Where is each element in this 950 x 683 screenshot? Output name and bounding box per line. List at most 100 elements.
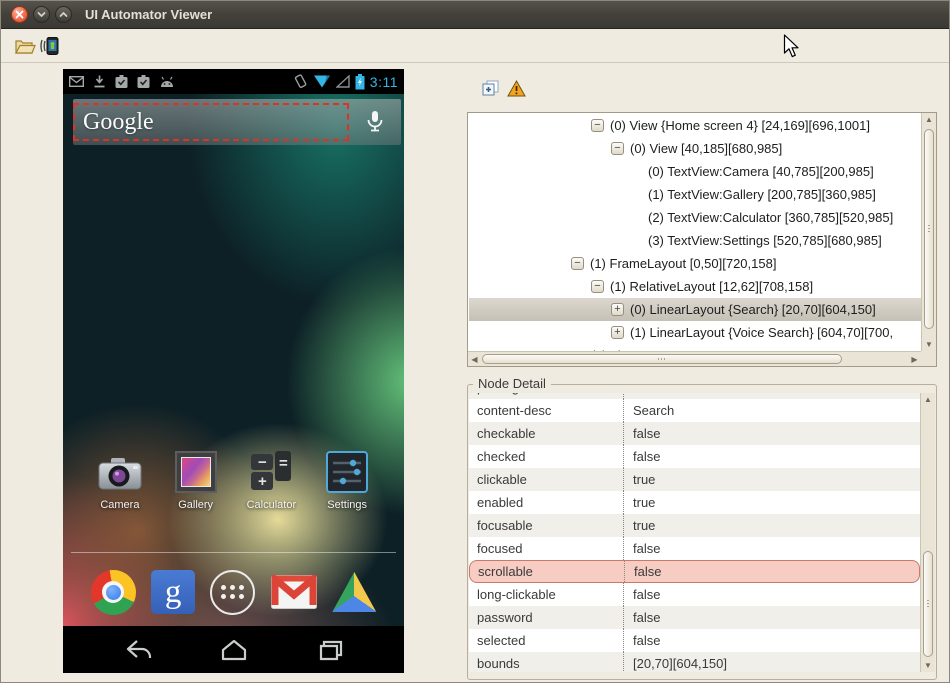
scroll-up-arrow[interactable]: ▲ [922,113,936,126]
tree-node[interactable]: −(0) View [40,185][680,985] [469,137,921,160]
tree-node[interactable]: (2) LinearLayout [469,344,921,351]
google-search-app-icon[interactable]: g [151,570,195,614]
node-detail-row[interactable]: passwordfalse [469,606,920,629]
property-name: long-clickable [469,583,624,606]
tree-node-label: (1) FrameLayout [0,50][720,158] [590,256,776,271]
app-label: Gallery [178,499,213,511]
node-detail-row[interactable]: clickabletrue [469,468,920,491]
home-wallpaper[interactable] [63,94,404,626]
signal-strength-icon [336,75,350,88]
detail-vertical-scrollbar[interactable]: ▲ ▼ [920,393,935,672]
minimize-button[interactable] [33,6,50,23]
tree-node[interactable]: (3) TextView:Settings [520,785][680,985] [469,229,921,252]
app-drawer-icon[interactable] [210,570,255,615]
expand-all-icon[interactable] [482,80,500,97]
tree-node-label: (1) RelativeLayout [12,62][708,158] [610,279,813,294]
node-detail-row[interactable]: focusabletrue [469,514,920,537]
tree-node[interactable]: (0) TextView:Camera [40,785][200,985] [469,160,921,183]
tree-node[interactable]: (2) TextView:Calculator [360,785][520,98… [469,206,921,229]
window-title: UI Automator Viewer [85,1,212,29]
home-nav-button[interactable] [218,637,250,663]
expand-icon[interactable]: + [611,326,624,339]
scroll-right-arrow[interactable]: ▶ [908,352,921,366]
scroll-up-arrow[interactable]: ▲ [921,393,935,406]
property-value: false [624,610,669,625]
dock: g [83,563,384,621]
node-detail-row[interactable]: enabledtrue [469,491,920,514]
title-bar[interactable]: UI Automator Viewer [1,1,949,29]
expand-icon[interactable]: + [611,303,624,316]
property-name: bounds [469,652,624,672]
scroll-down-arrow[interactable]: ▼ [921,659,935,672]
gmail-app-icon[interactable] [271,575,317,609]
device-screenshot-icon[interactable] [38,36,60,56]
app-shortcut-camera[interactable]: Camera [82,447,158,519]
property-name: scrollable [470,561,625,582]
app-shortcut-settings[interactable]: Settings [309,447,385,519]
maximize-button[interactable] [55,6,72,23]
tree-node[interactable]: +(0) LinearLayout {Search} [20,70][604,1… [469,298,921,321]
property-name: checkable [469,422,624,445]
node-detail-table[interactable]: packagecontent-descSearchcheckablefalsec… [469,393,920,672]
node-detail-row[interactable]: focusedfalse [469,537,920,560]
app-label: Camera [100,499,139,511]
node-detail-row[interactable]: bounds[20,70][604,150] [469,652,920,672]
status-bar: 3:11 [63,69,404,94]
tree-vertical-scrollbar[interactable]: ▲ ▼ [921,113,936,351]
collapse-icon[interactable]: − [591,119,604,132]
chevron-down-icon [36,10,47,19]
close-button[interactable] [11,6,28,23]
collapse-icon[interactable]: − [611,142,624,155]
app-window: UI Automator Viewer [0,0,950,683]
property-value: false [625,564,670,579]
node-detail-row[interactable]: checkedfalse [469,445,920,468]
selected-node-highlight [73,103,349,141]
back-nav-button[interactable] [123,637,155,663]
recents-nav-button[interactable] [313,637,345,663]
node-detail-row[interactable]: scrollablefalse [469,560,920,583]
property-name: enabled [469,491,624,514]
tree-view[interactable]: −(0) View {Home screen 4} [24,169][696,1… [469,114,921,351]
tree-node[interactable]: +(1) LinearLayout {Voice Search} [604,70… [469,321,921,344]
app-label: Settings [327,499,367,511]
scroll-left-arrow[interactable]: ◀ [468,352,481,366]
collapse-icon[interactable]: − [571,257,584,270]
node-detail-row[interactable]: content-descSearch [469,399,920,422]
scrollbar-thumb[interactable] [924,129,934,329]
property-value: true [624,518,664,533]
scroll-down-arrow[interactable]: ▼ [922,338,936,351]
property-name: password [469,606,624,629]
tree-node-label: (2) TextView:Calculator [360,785][520,98… [648,210,893,225]
main-toolbar [1,29,949,63]
app-shortcut-gallery[interactable]: Gallery [158,447,234,519]
tree-node[interactable]: (1) TextView:Gallery [200,785][360,985] [469,183,921,206]
warning-icon [507,80,526,97]
property-value: [20,70][604,150] [624,656,736,671]
open-file-icon[interactable] [14,36,36,56]
property-value: true [624,495,664,510]
tree-node[interactable]: −(0) View {Home screen 4} [24,169][696,1… [469,114,921,137]
scrollbar-thumb[interactable] [923,551,933,657]
dock-divider [71,552,396,553]
property-value: false [624,587,669,602]
tree-node[interactable]: −(1) FrameLayout [0,50][720,158] [469,252,921,275]
tree-node[interactable]: −(1) RelativeLayout [12,62][708,158] [469,275,921,298]
wifi-icon [313,75,331,88]
tree-horizontal-scrollbar[interactable]: ◀ ▶ [468,351,921,366]
gallery-app-icon [175,451,217,493]
scrollbar-thumb[interactable] [482,354,842,364]
tree-node-label: (0) View {Home screen 4} [24,169][696,10… [610,118,870,133]
scrollbar-corner [921,351,936,366]
node-detail-row[interactable]: long-clickablefalse [469,583,920,606]
property-value: false [624,426,669,441]
google-drive-app-icon[interactable] [332,572,376,612]
node-detail-row[interactable]: selectedfalse [469,629,920,652]
device-screenshot[interactable]: 3:11 Google [63,69,404,673]
collapse-icon[interactable]: − [591,280,604,293]
node-detail-row[interactable]: checkablefalse [469,422,920,445]
system-status-icons: 3:11 [293,74,398,90]
app-shortcut-calculator[interactable]: − + = Calculator [234,447,310,519]
chrome-app-icon[interactable] [91,570,136,615]
microphone-icon[interactable] [363,109,387,135]
property-name: focused [469,537,624,560]
